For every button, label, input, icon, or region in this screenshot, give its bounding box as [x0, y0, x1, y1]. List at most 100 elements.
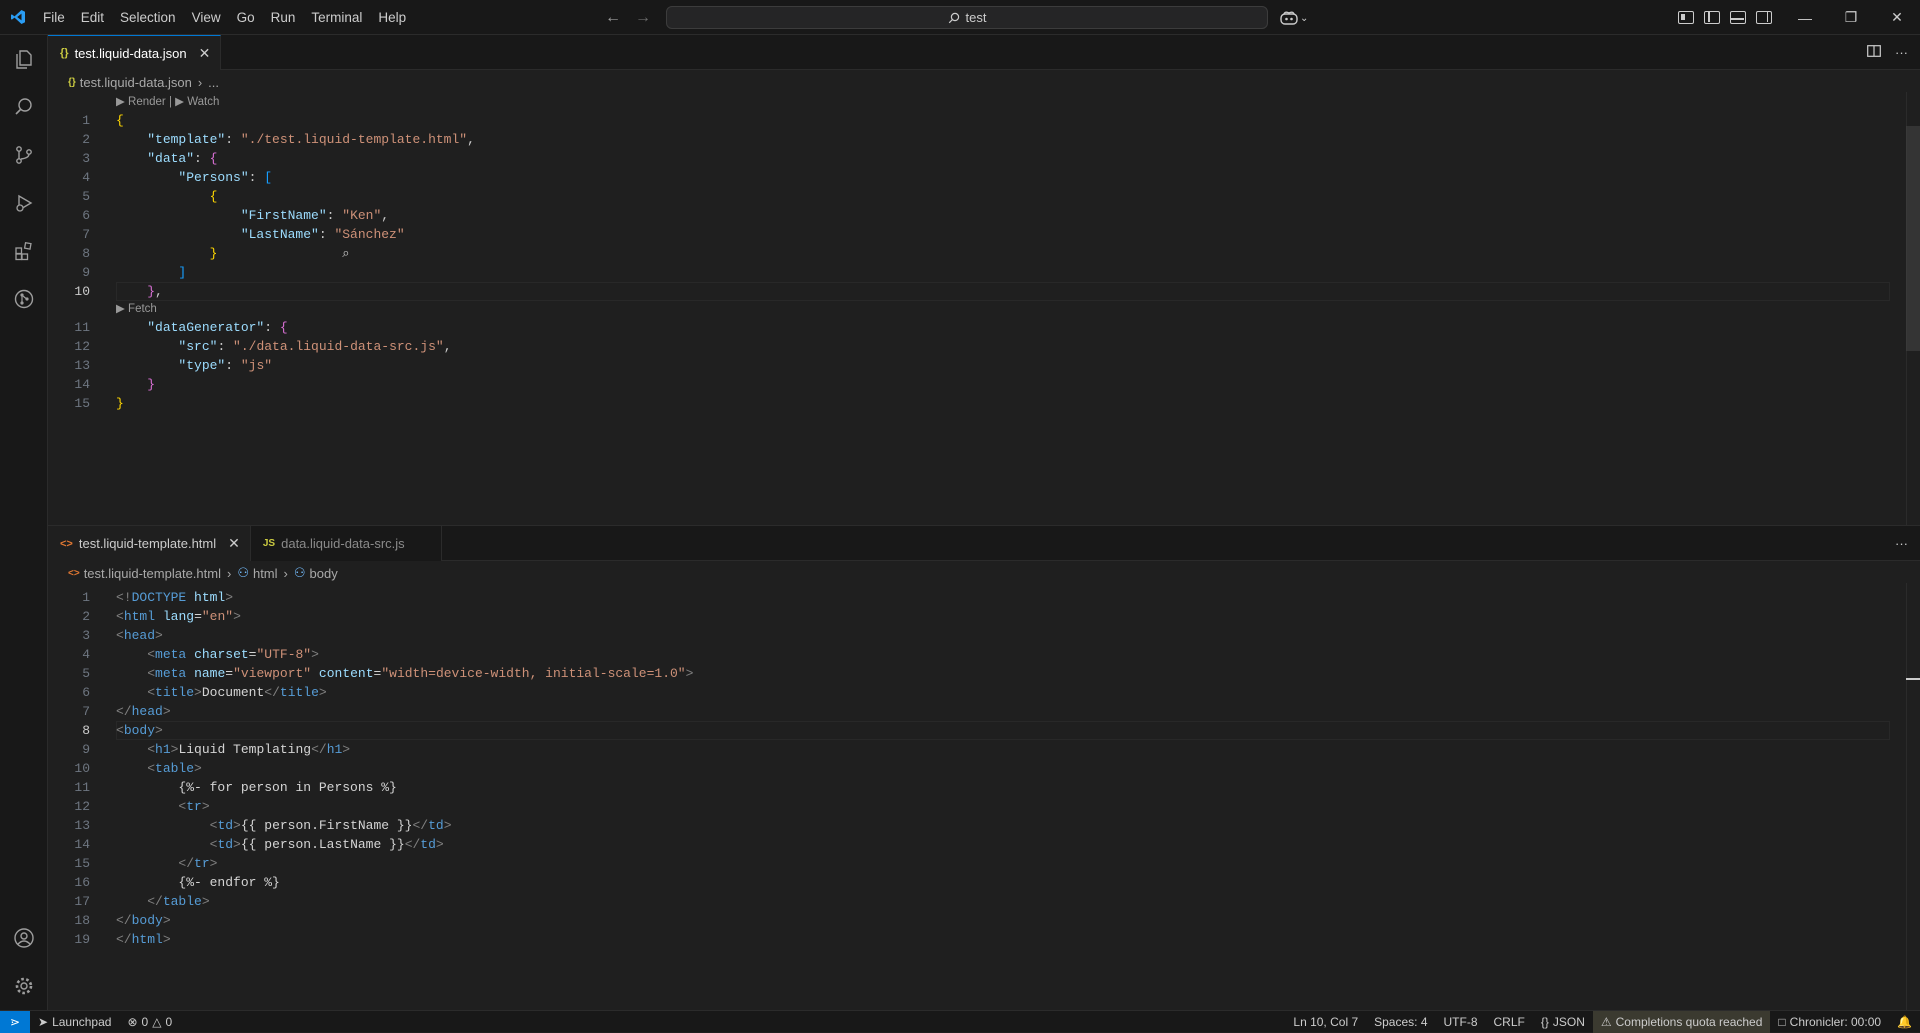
window-controls: — ❐ ✕: [1782, 0, 1920, 35]
code-line: 11 {%- for person in Persons %}: [74, 780, 397, 795]
menu-file[interactable]: File: [35, 0, 73, 35]
split-editor-icon[interactable]: [1867, 45, 1881, 60]
breadcrumb: <> test.liquid-template.html › ⚇ html › …: [68, 562, 338, 584]
menu-edit[interactable]: Edit: [73, 0, 112, 35]
accounts-icon[interactable]: [0, 914, 48, 962]
breadcrumb-file[interactable]: test.liquid-template.html: [84, 566, 221, 581]
customize-layout-icon[interactable]: [1678, 11, 1694, 24]
tab-data-liquid-data-src-js[interactable]: JS data.liquid-data-src.js: [250, 526, 442, 561]
chevron-right-icon: ›: [283, 565, 288, 581]
code-line: 8 } ⌕: [82, 246, 350, 261]
menu-view[interactable]: View: [184, 0, 229, 35]
vertical-scrollbar[interactable]: [1906, 583, 1920, 1011]
breadcrumb: {} test.liquid-data.json › ...: [68, 71, 219, 93]
play-icon: ▶: [116, 96, 129, 108]
scrollbar-thumb[interactable]: [1906, 126, 1920, 351]
code-line: 7 "LastName": "Sánchez": [82, 227, 405, 242]
copilot-status[interactable]: ⚠ Completions quota reached: [1592, 1010, 1771, 1033]
toggle-panel-icon[interactable]: [1730, 11, 1746, 24]
close-icon[interactable]: ✕: [199, 45, 211, 62]
tab-test-liquid-template-html[interactable]: <> test.liquid-template.html ✕: [48, 526, 251, 561]
element-symbol-icon: ⚇: [293, 565, 306, 580]
chevron-right-icon: ›: [226, 565, 232, 581]
close-icon[interactable]: ✕: [228, 535, 240, 552]
status-bar: ⋗ ➤ Launchpad ⊗ 0 △ 0 Ln 10, Col 7 Space…: [0, 1010, 1920, 1033]
braces-icon: {}: [1540, 1014, 1549, 1029]
menu-run[interactable]: Run: [263, 0, 304, 35]
menu-terminal[interactable]: Terminal: [303, 0, 370, 35]
code-line: 12 <tr>: [74, 799, 210, 814]
code-line: 1 <!DOCTYPE html>: [82, 590, 234, 605]
code-line: 6 <title>Document</title>: [82, 685, 327, 700]
cursor-position[interactable]: Ln 10, Col 7: [1285, 1011, 1366, 1033]
code-line: 13 <td>{{ person.FirstName }}</td>: [74, 818, 452, 833]
restore-icon[interactable]: ❐: [1828, 0, 1874, 35]
codelens-row: ▶ Fetch: [48, 301, 1906, 318]
code-line: 3 "data": {: [82, 151, 218, 166]
close-icon[interactable]: ✕: [1874, 0, 1920, 35]
launchpad-item[interactable]: ➤ Launchpad: [30, 1011, 119, 1033]
tab-test-liquid-data-json[interactable]: {} test.liquid-data.json ✕: [48, 35, 222, 70]
code-line: 6 "FirstName": "Ken",: [82, 208, 390, 223]
square-icon: □: [1778, 1014, 1786, 1029]
command-center-search[interactable]: test: [666, 6, 1268, 29]
tab-bar: <> test.liquid-template.html ✕ JS data.l…: [48, 526, 1920, 561]
scrollbar-cursor-marker: [1906, 678, 1920, 680]
notifications-bell-icon[interactable]: 🔔: [1889, 1011, 1920, 1033]
gitlens-icon[interactable]: [0, 275, 48, 323]
code-line: 2 <html lang="en">: [82, 609, 241, 624]
breadcrumb-body[interactable]: body: [310, 566, 338, 581]
tab-label: data.liquid-data-src.js: [281, 536, 405, 551]
manage-gear-icon[interactable]: [0, 962, 48, 1010]
code-line: 17 </table>: [74, 894, 210, 909]
language-mode[interactable]: {} JSON: [1533, 1011, 1593, 1033]
toggle-secondary-sidebar-icon[interactable]: [1756, 11, 1772, 24]
source-control-icon[interactable]: [0, 131, 48, 179]
search-text: test: [965, 10, 987, 25]
element-symbol-icon: ⚇: [237, 565, 249, 580]
problems-item[interactable]: ⊗ 0 △ 0: [119, 1011, 180, 1033]
codelens-render[interactable]: Render: [128, 96, 166, 108]
warning-icon: △: [152, 1014, 162, 1029]
error-icon: ⊗: [127, 1014, 138, 1029]
explorer-icon[interactable]: [0, 35, 48, 83]
code-line: 3 <head>: [82, 628, 163, 643]
code-line: 9 <h1>Liquid Templating</h1>: [82, 742, 351, 757]
code-line: 19 </html>: [74, 932, 171, 947]
code-line: 5 <meta name="viewport" content="width=d…: [82, 666, 694, 681]
html-code-editor[interactable]: 1 <!DOCTYPE html> 2 <html lang="en"> 3 <hea…: [48, 588, 1906, 949]
code-line: 4 "Persons": [: [82, 170, 273, 185]
chronicler-status[interactable]: □ Chronicler: 00:00: [1770, 1011, 1889, 1033]
codelens-watch[interactable]: Watch: [187, 96, 219, 108]
more-actions-icon[interactable]: ···: [1895, 45, 1908, 60]
code-line: 11 "dataGenerator": {: [74, 320, 288, 335]
forward-arrow-icon[interactable]: →: [635, 9, 651, 27]
vertical-scrollbar[interactable]: [1906, 92, 1920, 525]
code-line: 10 <table>: [74, 761, 202, 776]
codelens-fetch[interactable]: Fetch: [128, 303, 157, 315]
back-arrow-icon[interactable]: ←: [605, 9, 621, 27]
breadcrumb-rest[interactable]: ...: [208, 75, 219, 90]
toggle-primary-sidebar-icon[interactable]: [1704, 11, 1720, 24]
remote-indicator-icon[interactable]: ⋗: [0, 1010, 30, 1033]
copilot-menu[interactable]: ⌄: [1280, 7, 1308, 29]
end-of-line[interactable]: CRLF: [1486, 1011, 1533, 1033]
menu-help[interactable]: Help: [370, 0, 414, 35]
indentation[interactable]: Spaces: 4: [1366, 1011, 1435, 1033]
extensions-icon[interactable]: [0, 227, 48, 275]
menu-go[interactable]: Go: [229, 0, 263, 35]
breadcrumb-file[interactable]: test.liquid-data.json: [80, 75, 192, 90]
encoding[interactable]: UTF-8: [1436, 1011, 1486, 1033]
search-view-icon[interactable]: [0, 83, 48, 131]
code-line: 12 "src": "./data.liquid-data-src.js",: [74, 339, 452, 354]
breadcrumb-html[interactable]: html: [253, 566, 278, 581]
minimize-icon[interactable]: —: [1782, 0, 1828, 35]
json-code-editor[interactable]: ▶ Render | ▶ Watch 1{ 2 "template": "./t…: [48, 94, 1906, 413]
run-debug-icon[interactable]: [0, 179, 48, 227]
play-icon: ▶: [175, 96, 188, 108]
code-line: 9 ]: [82, 265, 187, 280]
json-file-icon: {}: [60, 47, 69, 59]
menu-selection[interactable]: Selection: [112, 0, 184, 35]
current-code-line: 10 },: [48, 282, 1906, 301]
more-actions-icon[interactable]: ···: [1895, 536, 1908, 551]
